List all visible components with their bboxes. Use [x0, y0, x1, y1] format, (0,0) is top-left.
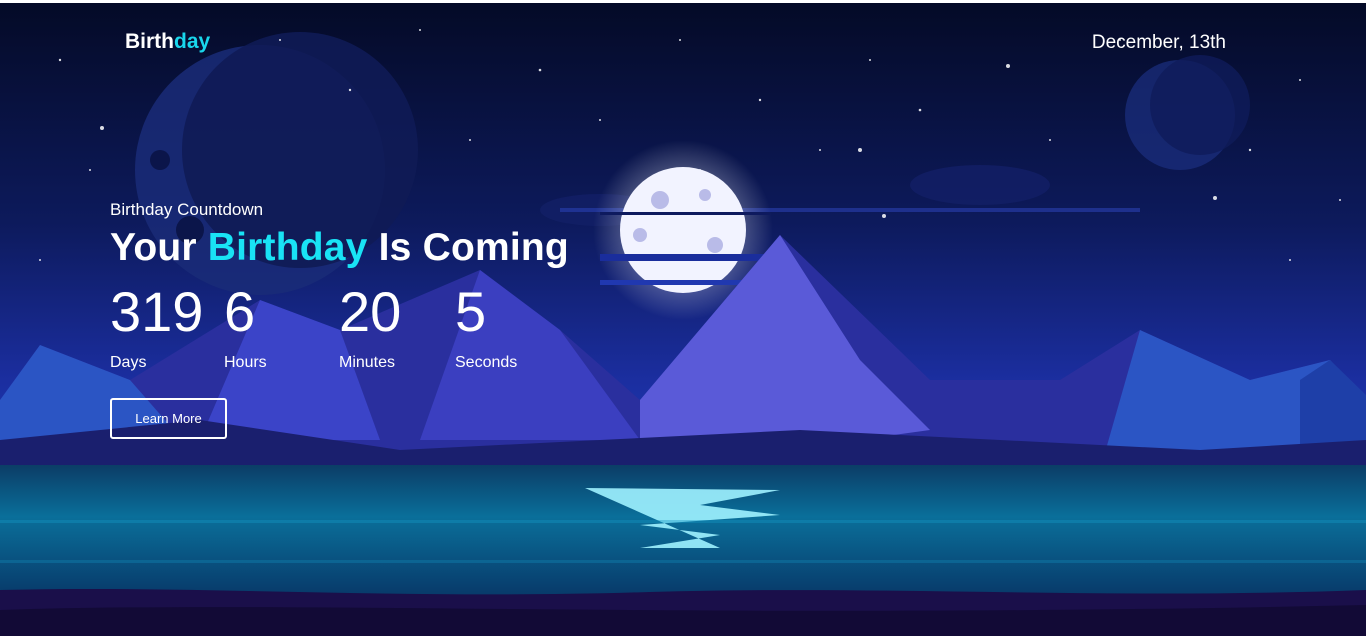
- countdown-hours: 6 Hours: [224, 280, 267, 372]
- minutes-label: Minutes: [339, 354, 396, 371]
- brand-logo-part1: Birth: [125, 30, 174, 53]
- seconds-value: 5: [455, 280, 487, 343]
- brand-logo-part2: day: [174, 30, 211, 53]
- days-value: 319: [110, 280, 204, 343]
- headline-highlight: Birthday: [207, 226, 368, 269]
- hero-headline: Your Birthday Is Coming: [110, 226, 569, 270]
- headline-prefix: Your: [110, 226, 208, 269]
- hero-section: Birthday December, 13th Birthday Countdo…: [0, 0, 1366, 636]
- hours-label: Hours: [224, 354, 267, 371]
- days-label: Days: [110, 354, 147, 371]
- top-border: [0, 0, 1366, 3]
- hero-content: Birthday Countdown Your Birthday Is Comi…: [110, 200, 569, 270]
- seconds-label: Seconds: [455, 354, 518, 371]
- brand-logo[interactable]: Birthday: [125, 30, 210, 54]
- countdown-seconds: 5 Seconds: [455, 280, 517, 372]
- learn-more-button[interactable]: Learn More: [110, 398, 227, 439]
- hero-eyebrow: Birthday Countdown: [110, 200, 264, 219]
- countdown-minutes: 20 Minutes: [339, 280, 402, 372]
- countdown-days: 319 Days: [110, 280, 204, 372]
- headline-suffix: Is Coming: [367, 226, 569, 269]
- night-mountain-scene: [0, 0, 1366, 636]
- header-date: December, 13th: [1091, 32, 1226, 53]
- minutes-value: 20: [339, 280, 402, 343]
- hours-value: 6: [224, 280, 256, 343]
